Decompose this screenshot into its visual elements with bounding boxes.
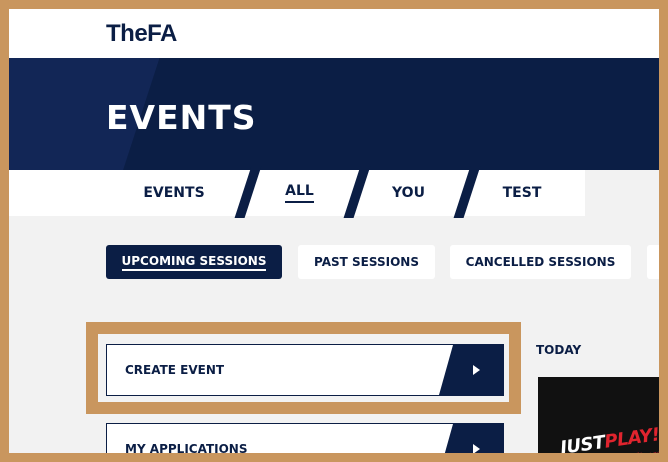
filter-label: CANCELLED SESSIONS — [465, 255, 616, 269]
filter-label: PAST SESSIONS — [314, 255, 419, 269]
hero-banner: EVENTS — [0, 58, 668, 170]
filter-upcoming-sessions[interactable]: UPCOMING SESSIONS — [106, 245, 282, 279]
tab-events[interactable]: EVENTS — [112, 170, 236, 216]
filter-past-sessions[interactable]: PAST SESSIONS — [298, 245, 435, 279]
event-promo-image[interactable]: JUSTPLAY! The FA Alliance — [538, 377, 668, 462]
page-title: EVENTS — [106, 98, 257, 137]
filter-label: V — [661, 255, 668, 269]
create-event-label: CREATE EVENT — [125, 363, 225, 377]
filter-label: UPCOMING SESSIONS — [121, 254, 267, 271]
my-applications-button[interactable]: MY APPLICATIONS — [106, 423, 504, 462]
tab-label: ALL — [285, 183, 314, 203]
tab-label: EVENTS — [143, 185, 205, 201]
tab-all[interactable]: ALL — [252, 170, 347, 216]
chevron-right-icon — [439, 345, 503, 395]
filter-cancelled-sessions[interactable]: CANCELLED SESSIONS — [450, 245, 631, 279]
tab-label: YOU — [392, 185, 425, 201]
tab-you[interactable]: YOU — [361, 170, 456, 216]
top-header: TheFA — [0, 0, 668, 58]
filter-more-sessions[interactable]: V — [647, 245, 668, 279]
promo-main-text: JUST — [559, 431, 607, 459]
my-applications-label: MY APPLICATIONS — [125, 442, 248, 456]
promo-accent-text: PLAY! — [603, 424, 661, 453]
create-event-button[interactable]: CREATE EVENT — [106, 344, 504, 396]
today-heading: TODAY — [536, 343, 582, 357]
tab-label: TEST — [502, 185, 542, 201]
chevron-right-icon — [439, 424, 503, 462]
fa-logo[interactable]: TheFA — [106, 20, 177, 48]
tab-test[interactable]: TEST — [472, 170, 572, 216]
